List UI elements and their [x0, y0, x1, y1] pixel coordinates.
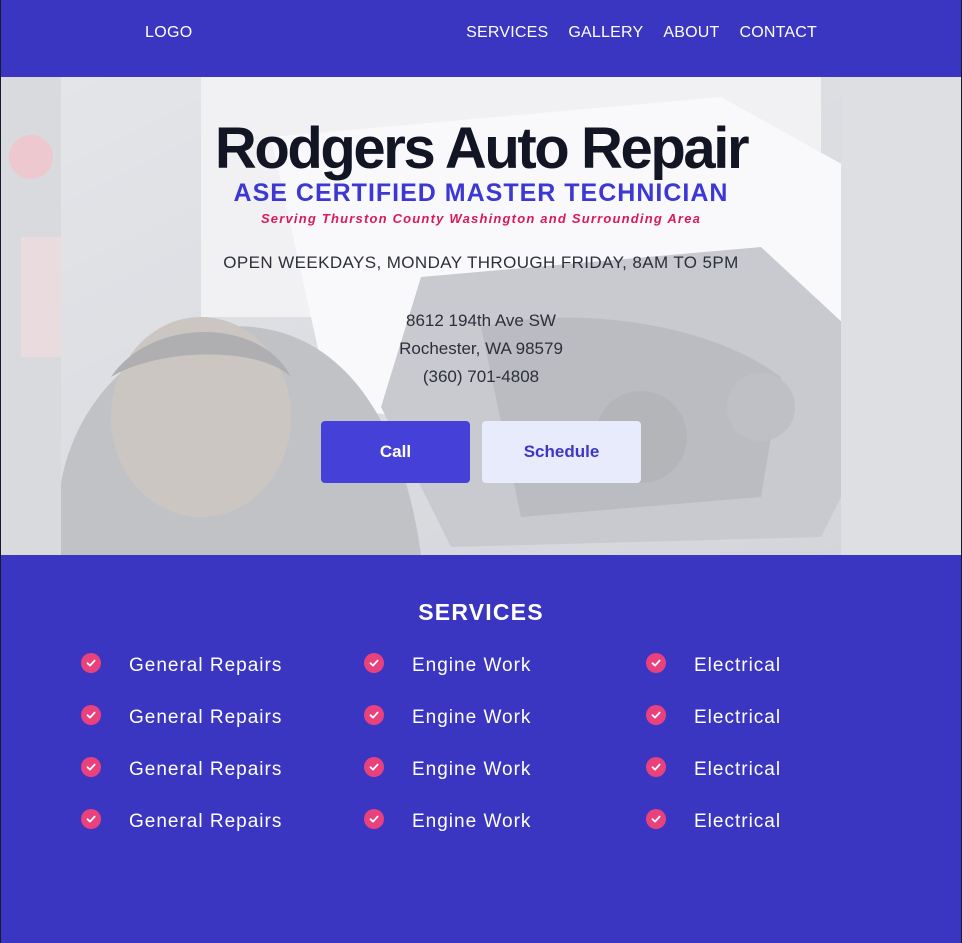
service-label: Engine Work — [412, 655, 532, 676]
schedule-button[interactable]: Schedule — [482, 421, 641, 483]
service-area-tagline: Serving Thurston County Washington and S… — [260, 211, 702, 226]
site-header: LOGO SERVICES GALLERY ABOUT CONTACT — [1, 0, 961, 77]
service-label: General Repairs — [129, 759, 283, 780]
check-circle-icon — [646, 757, 666, 777]
check-circle-icon — [81, 757, 101, 777]
nav-link-gallery[interactable]: GALLERY — [568, 24, 643, 42]
service-label: Electrical — [694, 759, 782, 780]
check-circle-icon — [81, 705, 101, 725]
check-circle-icon — [81, 809, 101, 829]
page: LOGO SERVICES GALLERY ABOUT CONTACT Rodg… — [0, 0, 962, 943]
services-section: SERVICES General Repairs Engine Work Elect… — [1, 555, 961, 943]
nav-link-contact[interactable]: CONTACT — [739, 24, 817, 42]
phone-number: (360) 701-4808 — [422, 367, 540, 386]
service-item: Electrical — [646, 757, 781, 787]
service-label: Engine Work — [412, 811, 532, 832]
service-item: General Repairs — [81, 705, 282, 735]
window-edge-left — [0, 0, 1, 943]
service-item: Engine Work — [364, 653, 531, 683]
business-hours: OPEN WEEKDAYS, MONDAY THROUGH FRIDAY, 8A… — [223, 253, 739, 272]
service-item: Electrical — [646, 809, 781, 839]
logo-link[interactable]: LOGO — [145, 24, 192, 42]
check-circle-icon — [364, 705, 384, 725]
certification-subtitle: ASE CERTIFIED MASTER TECHNICIAN — [233, 179, 729, 207]
service-item: Engine Work — [364, 809, 531, 839]
check-circle-icon — [364, 653, 384, 673]
service-label: Electrical — [694, 811, 782, 832]
services-grid: General Repairs Engine Work Electrical Gene… — [1, 555, 961, 943]
address-line-1: 8612 194th Ave SW — [406, 311, 556, 330]
service-item: Electrical — [646, 653, 781, 683]
service-label: Engine Work — [412, 707, 532, 728]
service-item: General Repairs — [81, 757, 282, 787]
service-label: Engine Work — [412, 759, 532, 780]
check-circle-icon — [646, 653, 666, 673]
service-label: General Repairs — [129, 811, 283, 832]
service-item: Engine Work — [364, 705, 531, 735]
hero-section: Rodgers Auto Repair ASE CERTIFIED MASTER… — [1, 77, 961, 555]
check-circle-icon — [646, 705, 666, 725]
check-circle-icon — [364, 757, 384, 777]
call-button[interactable]: Call — [321, 421, 470, 483]
service-item: General Repairs — [81, 809, 282, 839]
business-name: Rodgers Auto Repair — [214, 116, 750, 181]
check-circle-icon — [646, 809, 666, 829]
service-label: General Repairs — [129, 655, 283, 676]
check-circle-icon — [364, 809, 384, 829]
service-label: Electrical — [694, 707, 782, 728]
check-circle-icon — [81, 653, 101, 673]
address-line-2: Rochester, WA 98579 — [399, 339, 563, 358]
service-label: General Repairs — [129, 707, 283, 728]
service-label: Electrical — [694, 655, 782, 676]
nav-link-about[interactable]: ABOUT — [663, 24, 719, 42]
service-item: General Repairs — [81, 653, 282, 683]
service-item: Electrical — [646, 705, 781, 735]
nav-link-services[interactable]: SERVICES — [466, 24, 548, 42]
main-nav: SERVICES GALLERY ABOUT CONTACT — [466, 24, 817, 42]
contact-info: 8612 194th Ave SW Rochester, WA 98579 (3… — [1, 307, 961, 391]
service-item: Engine Work — [364, 757, 531, 787]
